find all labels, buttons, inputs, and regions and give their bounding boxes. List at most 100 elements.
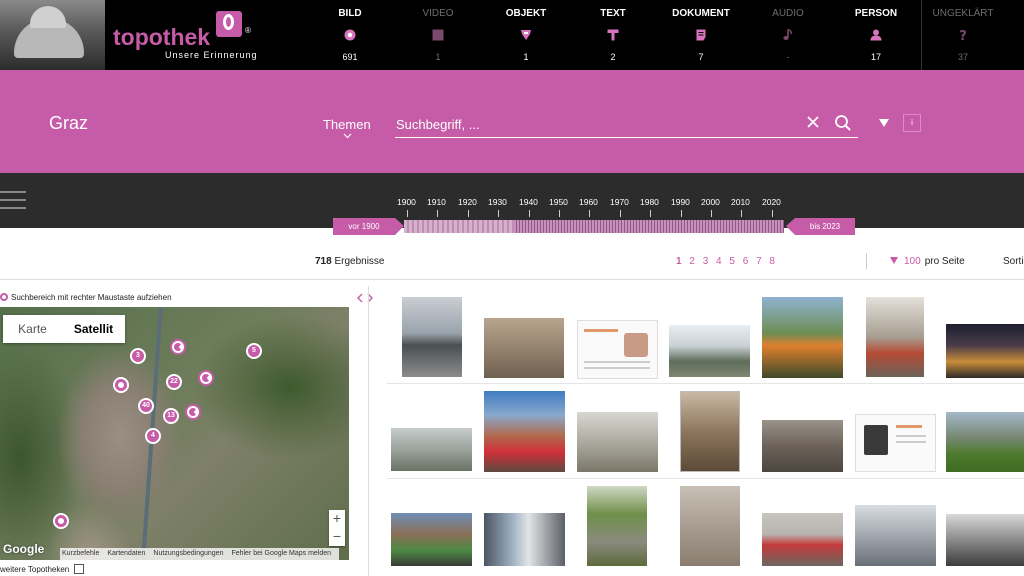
result-thumbnail[interactable] bbox=[762, 513, 843, 566]
sort-dropdown[interactable]: Sorti bbox=[1003, 256, 1024, 267]
page-link[interactable]: 3 bbox=[703, 256, 709, 267]
timeline-year-label: 2020 bbox=[762, 197, 781, 207]
logo-text: topothek bbox=[113, 24, 211, 50]
map-footer-link[interactable]: Kartendaten bbox=[107, 550, 145, 557]
triangle-down-icon bbox=[890, 257, 898, 264]
panel-collapse-toggle[interactable] bbox=[356, 292, 374, 306]
timeline-tick bbox=[620, 210, 621, 217]
per-page-selector[interactable]: 100 pro Seite bbox=[890, 256, 965, 267]
result-thumbnail[interactable] bbox=[577, 320, 658, 379]
object-marker[interactable] bbox=[198, 370, 214, 386]
timeline-tick bbox=[407, 210, 408, 217]
timeline-tick bbox=[589, 210, 590, 217]
themen-dropdown[interactable]: Themen bbox=[323, 117, 371, 132]
close-icon[interactable] bbox=[805, 114, 821, 130]
result-thumbnail[interactable] bbox=[587, 486, 647, 566]
logo-tagline: Unsere Erinnerung bbox=[165, 50, 258, 60]
map-zoom-control: + − bbox=[329, 510, 345, 546]
results-count: 718 Ergebnisse bbox=[315, 256, 385, 267]
menu-icon[interactable] bbox=[0, 191, 26, 209]
result-thumbnail[interactable] bbox=[391, 428, 472, 471]
timeline-tick bbox=[741, 210, 742, 217]
timeline-year-label: 1940 bbox=[519, 197, 538, 207]
object-marker[interactable] bbox=[185, 404, 201, 420]
timeline-year-label: 1990 bbox=[671, 197, 690, 207]
result-thumbnail[interactable] bbox=[669, 325, 750, 377]
map-type-satellit[interactable]: Satellit bbox=[62, 315, 125, 343]
timeline-tick bbox=[711, 210, 712, 217]
topothek-logo[interactable]: topothek ® Unsere Erinnerung bbox=[113, 11, 263, 63]
image-marker[interactable] bbox=[53, 513, 69, 529]
search-input[interactable] bbox=[395, 112, 858, 138]
result-thumbnail[interactable] bbox=[402, 297, 462, 377]
timeline-year-label: 1930 bbox=[488, 197, 507, 207]
top-bar: topothek ® Unsere Erinnerung BILD 691 VI… bbox=[0, 0, 1024, 70]
map-type-karte[interactable]: Karte bbox=[3, 315, 62, 343]
result-thumbnail[interactable] bbox=[946, 514, 1024, 566]
result-thumbnail[interactable] bbox=[484, 318, 564, 378]
map-cluster-marker[interactable]: 4 bbox=[145, 428, 161, 444]
image-icon bbox=[344, 29, 356, 41]
filter-text[interactable]: TEXT 2 bbox=[578, 0, 648, 70]
map-footer-link[interactable]: Kurzbefehle bbox=[62, 550, 99, 557]
result-thumbnail[interactable] bbox=[577, 412, 658, 472]
result-thumbnail[interactable] bbox=[946, 324, 1024, 378]
timeline-tick bbox=[468, 210, 469, 217]
info-button[interactable]: i bbox=[903, 114, 921, 132]
google-logo: Google bbox=[3, 542, 45, 556]
audio-icon bbox=[783, 29, 792, 40]
filter-bild[interactable]: BILD 691 bbox=[315, 0, 385, 70]
page-link[interactable]: 8 bbox=[769, 256, 775, 267]
result-thumbnail[interactable] bbox=[855, 414, 936, 472]
result-thumbnail[interactable] bbox=[484, 513, 565, 566]
text-icon bbox=[607, 29, 619, 41]
map-footer-link[interactable]: Nutzungsbedingungen bbox=[153, 550, 223, 557]
image-marker[interactable] bbox=[113, 377, 129, 393]
place-title[interactable]: Graz bbox=[49, 113, 88, 134]
filter-audio[interactable]: AUDIO - bbox=[753, 0, 823, 70]
result-thumbnail[interactable] bbox=[484, 391, 565, 472]
map-cluster-marker[interactable]: 13 bbox=[163, 408, 179, 424]
map-cluster-marker[interactable]: 22 bbox=[166, 374, 182, 390]
result-thumbnail[interactable] bbox=[762, 297, 843, 378]
map-footer-link[interactable]: Fehler bei Google Maps melden bbox=[231, 550, 331, 557]
result-thumbnail[interactable] bbox=[866, 297, 924, 377]
map-cluster-marker[interactable]: 5 bbox=[246, 343, 262, 359]
zoom-in-button[interactable]: + bbox=[329, 510, 345, 528]
filter-video[interactable]: VIDEO 1 bbox=[403, 0, 473, 70]
chevron-down-icon[interactable] bbox=[343, 133, 352, 139]
filter-ungeklaert[interactable]: UNGEKLÄRT ? 37 bbox=[928, 0, 998, 70]
weitere-checkbox[interactable] bbox=[74, 564, 85, 574]
search-icon[interactable] bbox=[834, 114, 852, 132]
page-link[interactable]: 5 bbox=[729, 256, 735, 267]
results-bar bbox=[0, 228, 1024, 280]
result-thumbnail[interactable] bbox=[391, 513, 472, 566]
zoom-out-button[interactable]: − bbox=[329, 528, 345, 546]
page-link[interactable]: 1 bbox=[676, 256, 682, 267]
filter-dokument[interactable]: DOKUMENT 7 bbox=[666, 0, 736, 70]
result-thumbnail[interactable] bbox=[855, 505, 936, 566]
filter-objekt[interactable]: OBJEKT 1 bbox=[491, 0, 561, 70]
timeline-year-label: 1960 bbox=[579, 197, 598, 207]
svg-text:?: ? bbox=[959, 29, 967, 41]
result-thumbnail[interactable] bbox=[680, 391, 740, 472]
map-cluster-marker[interactable]: 40 bbox=[138, 398, 154, 414]
result-thumbnail[interactable] bbox=[762, 420, 843, 472]
map-type-toggle[interactable]: Karte Satellit bbox=[3, 315, 125, 343]
object-marker[interactable] bbox=[170, 339, 186, 355]
result-thumbnail[interactable] bbox=[680, 486, 740, 566]
page-link[interactable]: 4 bbox=[716, 256, 722, 267]
map-hint: Suchbereich mit rechter Maustaste aufzie… bbox=[0, 293, 172, 302]
page-link[interactable]: 6 bbox=[743, 256, 749, 267]
filter-person[interactable]: PERSON 17 bbox=[841, 0, 911, 70]
timeline-year-label: 1920 bbox=[458, 197, 477, 207]
triangle-down-icon[interactable] bbox=[879, 119, 889, 127]
page-link[interactable]: 7 bbox=[756, 256, 762, 267]
map-cluster-marker[interactable]: 3 bbox=[130, 348, 146, 364]
timeline-tick bbox=[772, 210, 773, 217]
result-thumbnail[interactable] bbox=[946, 412, 1024, 472]
weitere-topotheken[interactable]: weitere Topotheken bbox=[0, 564, 85, 574]
target-icon bbox=[0, 293, 8, 301]
timeline-tick bbox=[681, 210, 682, 217]
page-link[interactable]: 2 bbox=[689, 256, 695, 267]
